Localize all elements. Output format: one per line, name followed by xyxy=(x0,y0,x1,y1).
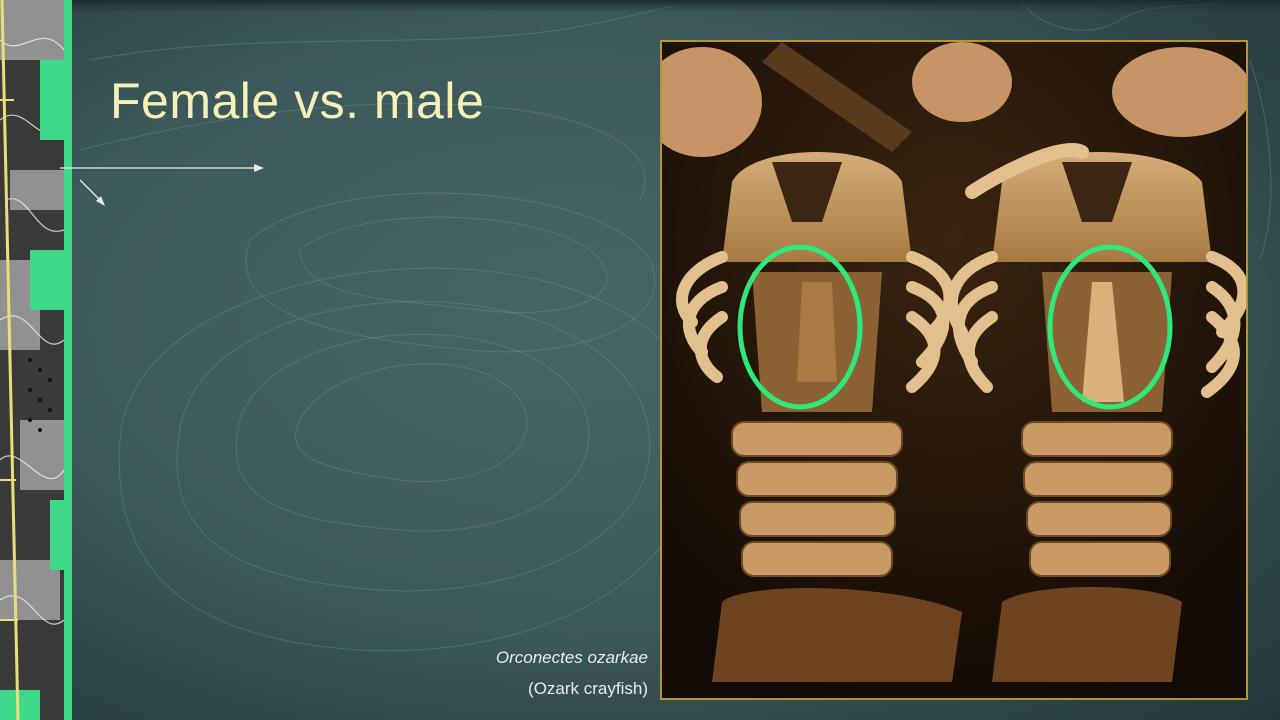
slide: Female vs. male Orconectes ozarkae (Ozar… xyxy=(0,0,1280,720)
crayfish-ventral-photo-icon xyxy=(662,42,1246,698)
top-shadow xyxy=(72,0,1280,12)
map-strip xyxy=(0,0,72,720)
slide-title: Female vs. male xyxy=(110,73,485,129)
map-texture-icon xyxy=(0,0,72,720)
caption-common-name: (Ozark crayfish) xyxy=(528,679,648,698)
caption-scientific-name: Orconectes ozarkae xyxy=(495,648,648,667)
accent-rule xyxy=(64,0,72,720)
decorative-arrows-icon xyxy=(60,164,264,206)
crayfish-photo xyxy=(660,40,1248,700)
